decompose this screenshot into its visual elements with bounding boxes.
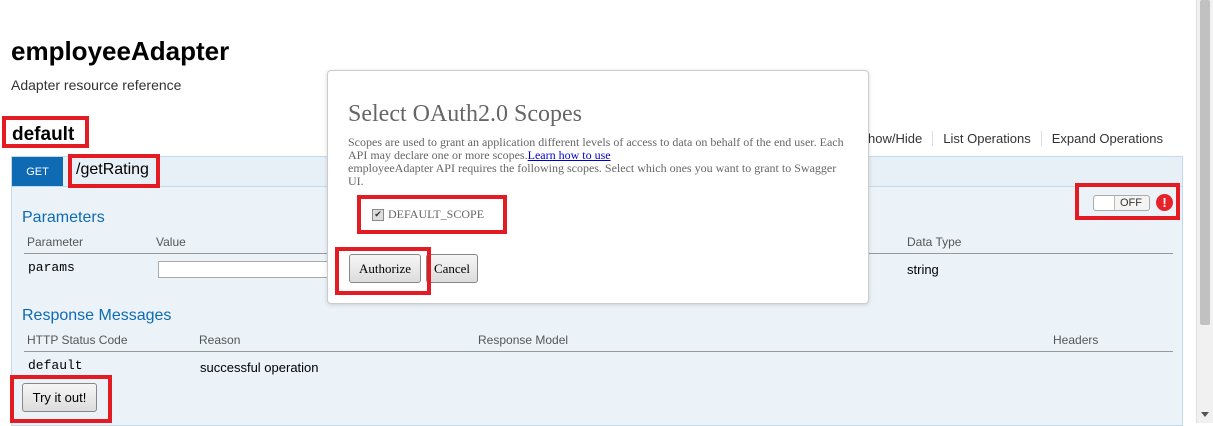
- resp-header-model: Response Model: [478, 333, 569, 347]
- resource-name[interactable]: default: [12, 124, 74, 146]
- learn-how-link[interactable]: Learn how to use: [528, 148, 611, 162]
- try-it-out-button[interactable]: Try it out!: [22, 383, 97, 412]
- resp-header-headers: Headers: [1053, 333, 1099, 347]
- param-name: params: [28, 260, 75, 275]
- parameters-title: Parameters: [22, 209, 105, 226]
- toggle-label: OFF: [1120, 197, 1142, 209]
- scroll-down-icon[interactable]: [1201, 412, 1209, 417]
- auth-toggle[interactable]: OFF: [1093, 195, 1150, 211]
- modal-description: Scopes are used to grant an application …: [348, 136, 848, 188]
- param-datatype: string: [907, 262, 939, 277]
- cancel-button[interactable]: Cancel: [426, 254, 478, 283]
- resp-header-reason: Reason: [199, 333, 241, 347]
- param-header-value: Value: [156, 235, 186, 249]
- param-header-datatype: Data Type: [907, 235, 962, 249]
- param-header-parameter: Parameter: [27, 235, 84, 249]
- modal-title: Select OAuth2.0 Scopes: [348, 101, 582, 127]
- scope-checkbox[interactable]: ✔: [372, 208, 384, 221]
- scope-row[interactable]: ✔ DEFAULT_SCOPE: [372, 207, 484, 222]
- responses-title: Response Messages: [22, 307, 172, 324]
- param-value-input[interactable]: [158, 261, 343, 278]
- resp-header-rule: [24, 351, 1173, 352]
- scrollbar-thumb[interactable]: [1200, 0, 1210, 325]
- page-title: employeeAdapter: [11, 36, 230, 66]
- modal-requirement-text: employeeAdapter API requires the followi…: [348, 161, 837, 188]
- toggle-knob: [1094, 196, 1115, 210]
- method-badge[interactable]: GET: [12, 157, 63, 186]
- authorize-button[interactable]: Authorize: [349, 254, 421, 283]
- expand-operations-link[interactable]: Expand Operations: [1040, 131, 1173, 146]
- oauth-scopes-modal: Select OAuth2.0 Scopes Scopes are used t…: [327, 70, 869, 304]
- alert-icon[interactable]: !: [1156, 194, 1173, 211]
- operation-path[interactable]: /getRating: [76, 161, 149, 179]
- list-operations-link[interactable]: List Operations: [932, 131, 1040, 146]
- vertical-scrollbar[interactable]: [1196, 0, 1213, 423]
- resp-header-code: HTTP Status Code: [27, 333, 128, 347]
- response-code: default: [28, 358, 83, 373]
- resource-actions: Show/Hide List Operations Expand Operati…: [849, 131, 1173, 146]
- scope-label: DEFAULT_SCOPE: [388, 207, 485, 221]
- page-subtitle: Adapter resource reference: [11, 77, 182, 93]
- response-reason: successful operation: [200, 360, 319, 375]
